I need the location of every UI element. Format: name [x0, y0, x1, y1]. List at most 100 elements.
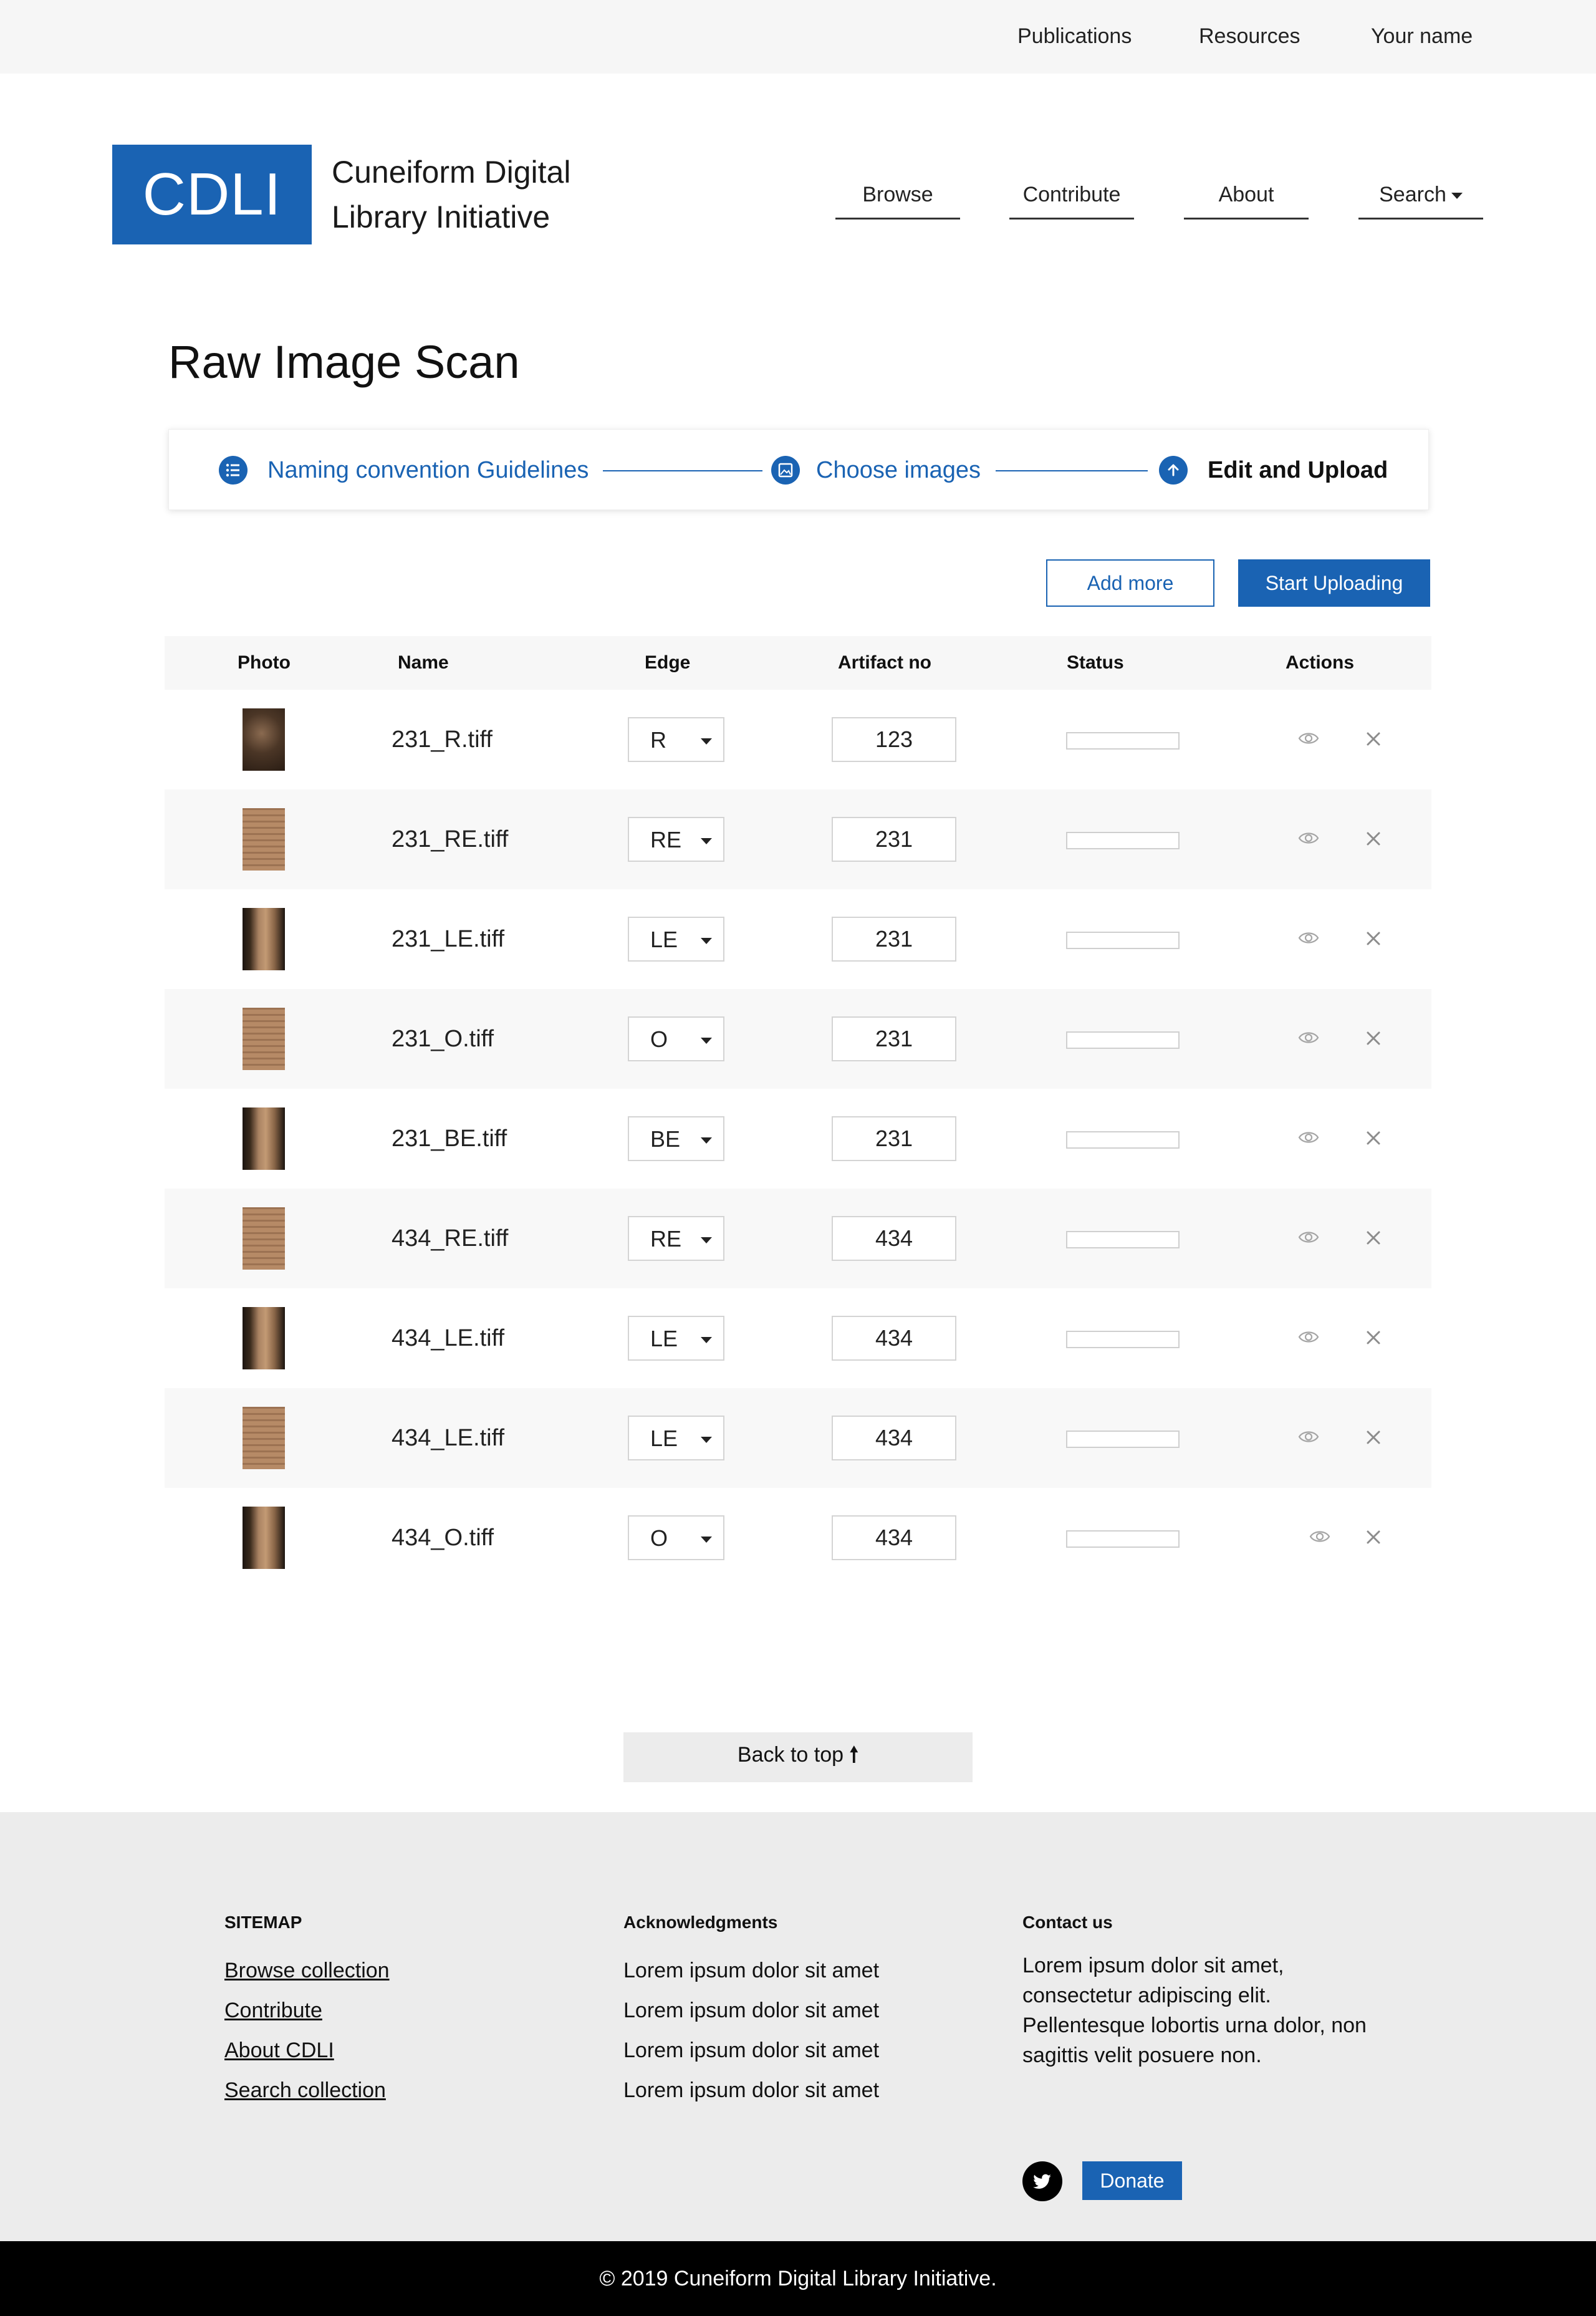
close-icon[interactable]: [1363, 728, 1384, 750]
eye-icon[interactable]: [1298, 929, 1319, 947]
eye-icon[interactable]: [1298, 1328, 1319, 1346]
edge-select[interactable]: BE: [628, 1116, 724, 1161]
artifact-no-input[interactable]: [832, 1316, 956, 1361]
table-row: 231_BE.tiff BE: [165, 1089, 1431, 1189]
edge-select-value: RE: [650, 1226, 682, 1252]
footer-sitemap: SITEMAP Browse collection Contribute Abo…: [224, 1912, 390, 2110]
topbar-link-resources[interactable]: Resources: [1199, 24, 1300, 49]
eye-icon[interactable]: [1298, 1129, 1319, 1146]
edge-select[interactable]: RE: [628, 1216, 724, 1261]
upload-table-body: 231_R.tiff R 231_RE.tiff RE 231_LE.tiff LE 231…: [165, 690, 1431, 1588]
edge-select[interactable]: R: [628, 717, 724, 762]
edge-select[interactable]: O: [628, 1016, 724, 1061]
back-to-top-label: Back to top: [737, 1742, 844, 1767]
caret-down-icon: [701, 1038, 712, 1044]
edge-select[interactable]: LE: [628, 917, 724, 962]
top-utility-bar: Publications Resources Your name: [0, 0, 1596, 74]
artifact-thumbnail[interactable]: [243, 1107, 285, 1170]
nav-browse[interactable]: Browse: [835, 181, 960, 220]
copyright-bar: © 2019 Cuneiform Digital Library Initiat…: [0, 2241, 1596, 2316]
twitter-icon[interactable]: [1022, 2161, 1062, 2201]
artifact-no-input[interactable]: [832, 1416, 956, 1460]
artifact-thumbnail[interactable]: [243, 708, 285, 771]
column-header-edge: Edge: [645, 652, 691, 673]
edge-select[interactable]: O: [628, 1515, 724, 1560]
file-name: 434_LE.tiff: [392, 1425, 505, 1451]
artifact-thumbnail[interactable]: [243, 1008, 285, 1070]
column-header-name: Name: [398, 652, 449, 673]
artifact-no-input[interactable]: [832, 1016, 956, 1061]
close-icon[interactable]: [1363, 1227, 1384, 1248]
close-icon[interactable]: [1363, 1127, 1384, 1149]
edge-select-value: BE: [650, 1126, 681, 1152]
file-name: 231_R.tiff: [392, 726, 493, 753]
close-icon[interactable]: [1363, 1527, 1384, 1548]
footer-link-browse-collection[interactable]: Browse collection: [224, 1951, 390, 1990]
topbar-link-publications[interactable]: Publications: [1017, 24, 1132, 49]
edge-select-value: LE: [650, 1326, 678, 1351]
caret-down-icon: [701, 1437, 712, 1443]
step-choose-images[interactable]: Choose images: [816, 456, 981, 485]
footer-link-search-collection[interactable]: Search collection: [224, 2070, 390, 2110]
step-connector: [603, 470, 762, 471]
artifact-no-input[interactable]: [832, 1116, 956, 1161]
upload-progress-bar: [1066, 1231, 1180, 1248]
file-name: 231_RE.tiff: [392, 826, 509, 852]
artifact-no-input[interactable]: [832, 917, 956, 962]
eye-icon[interactable]: [1298, 829, 1319, 847]
acknowledgment-item: Lorem ipsum dolor sit amet: [623, 2078, 880, 2102]
topbar-link-user-name[interactable]: Your name: [1371, 24, 1473, 49]
close-icon[interactable]: [1363, 1427, 1384, 1448]
back-to-top-button[interactable]: Back to top 🠕: [623, 1732, 973, 1782]
footer-acknowledgments-heading: Acknowledgments: [623, 1913, 778, 1932]
eye-icon[interactable]: [1298, 1029, 1319, 1046]
step-edit-upload[interactable]: Edit and Upload: [1208, 456, 1388, 485]
eye-icon[interactable]: [1298, 1428, 1319, 1445]
footer-acknowledgments: Acknowledgments Lorem ipsum dolor sit am…: [623, 1912, 879, 2110]
footer-contact: Contact us Lorem ipsum dolor sit amet, c…: [1022, 1912, 1396, 2211]
close-icon[interactable]: [1363, 1028, 1384, 1049]
start-uploading-button[interactable]: Start Uploading: [1238, 559, 1430, 607]
caret-down-icon: [1451, 193, 1463, 200]
file-name: 231_LE.tiff: [392, 926, 505, 952]
edge-select[interactable]: LE: [628, 1316, 724, 1361]
footer-contact-heading: Contact us: [1022, 1913, 1113, 1932]
step-naming-guidelines[interactable]: Naming convention Guidelines: [267, 456, 589, 485]
caret-down-icon: [701, 738, 712, 745]
eye-icon[interactable]: [1298, 730, 1319, 747]
footer-link-contribute[interactable]: Contribute: [224, 1990, 390, 2030]
close-icon[interactable]: [1363, 828, 1384, 849]
upload-progress-bar: [1066, 1031, 1180, 1049]
artifact-thumbnail[interactable]: [243, 1207, 285, 1270]
file-name: 231_O.tiff: [392, 1026, 494, 1052]
edge-select[interactable]: RE: [628, 817, 724, 862]
footer-link-about-cdli[interactable]: About CDLI: [224, 2030, 390, 2070]
nav-search[interactable]: Search: [1358, 181, 1483, 220]
donate-button[interactable]: Donate: [1082, 2161, 1182, 2200]
acknowledgment-item: Lorem ipsum dolor sit amet: [623, 2039, 880, 2062]
cdli-logo[interactable]: CDLI: [112, 145, 312, 244]
add-more-button[interactable]: Add more: [1046, 559, 1214, 607]
edge-select-value: RE: [650, 827, 682, 852]
site-title-line2: Library Initiative: [332, 200, 550, 234]
eye-icon[interactable]: [1298, 1228, 1319, 1246]
artifact-thumbnail[interactable]: [243, 1307, 285, 1369]
arrow-up-icon: 🠕: [849, 1742, 859, 1767]
artifact-no-input[interactable]: [832, 1515, 956, 1560]
eye-icon[interactable]: [1309, 1528, 1330, 1545]
close-icon[interactable]: [1363, 928, 1384, 949]
edge-select[interactable]: LE: [628, 1416, 724, 1460]
table-row: 434_LE.tiff LE: [165, 1388, 1431, 1488]
artifact-no-input[interactable]: [832, 817, 956, 862]
file-name: 434_RE.tiff: [392, 1225, 509, 1252]
artifact-no-input[interactable]: [832, 1216, 956, 1261]
artifact-thumbnail[interactable]: [243, 1407, 285, 1469]
close-icon[interactable]: [1363, 1327, 1384, 1348]
nav-about[interactable]: About: [1184, 181, 1309, 220]
file-name: 434_O.tiff: [392, 1525, 494, 1551]
artifact-thumbnail[interactable]: [243, 808, 285, 871]
artifact-thumbnail[interactable]: [243, 908, 285, 970]
artifact-no-input[interactable]: [832, 717, 956, 762]
nav-contribute[interactable]: Contribute: [1009, 181, 1134, 220]
artifact-thumbnail[interactable]: [243, 1507, 285, 1569]
